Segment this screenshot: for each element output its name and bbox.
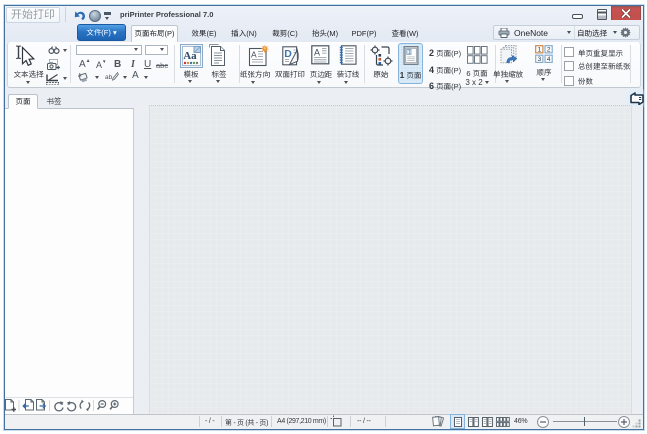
svg-text:2: 2: [547, 47, 551, 54]
svg-text:ab: ab: [105, 74, 113, 81]
svg-text:A: A: [314, 48, 320, 58]
svg-text:A: A: [251, 50, 257, 60]
svg-text:D: D: [284, 48, 292, 60]
svg-text:1: 1: [408, 50, 411, 56]
svg-text:1: 1: [538, 47, 542, 54]
svg-text:3: 3: [538, 56, 542, 63]
svg-text:Aa: Aa: [183, 50, 197, 62]
svg-text:4: 4: [547, 56, 551, 63]
